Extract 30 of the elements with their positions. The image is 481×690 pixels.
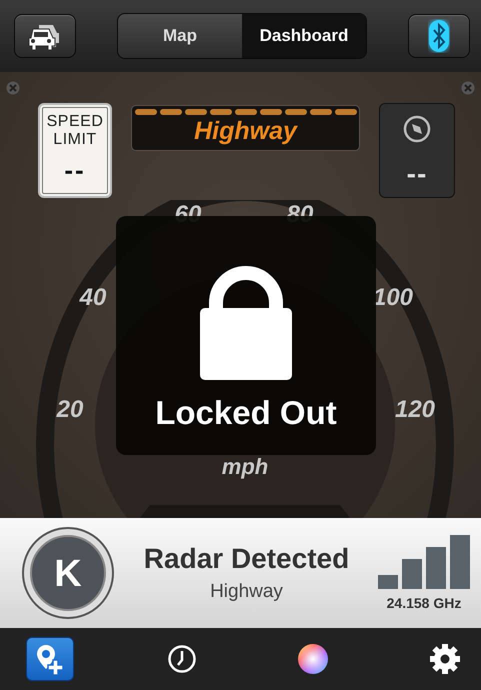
heading-value: --: [406, 158, 428, 190]
alert-subtitle: Highway: [210, 581, 283, 603]
signal-bars-icon: [378, 535, 470, 589]
speed-unit: mph: [222, 454, 268, 479]
alert-title: Radar Detected: [144, 543, 350, 575]
clock-icon: [166, 644, 197, 674]
settings-icon: [428, 643, 461, 675]
locked-out-label: Locked Out: [155, 394, 337, 432]
speed-limit-value: --: [64, 155, 86, 186]
pin-plus-icon: [34, 643, 66, 675]
speed-tick-label: 100: [372, 284, 414, 311]
frequency-label: 24.158 GHz: [386, 595, 462, 611]
screw-icon: [461, 81, 475, 95]
color-wheel-icon: [297, 643, 330, 675]
speed-tick-label: 40: [80, 284, 106, 311]
view-tab[interactable]: Map: [118, 14, 242, 58]
view-tab[interactable]: Dashboard: [242, 14, 366, 58]
toolbar-button[interactable]: [26, 637, 74, 681]
vehicle-button[interactable]: [14, 14, 76, 58]
speed-tick-label: 120: [394, 396, 436, 423]
sign-title: SPEED: [46, 113, 104, 131]
band-badge: K: [21, 526, 115, 620]
road-type-label: Highway: [194, 116, 297, 147]
screw-icon: [6, 81, 20, 95]
bluetooth-button[interactable]: [408, 14, 470, 58]
speed-tick-label: 60: [174, 201, 202, 228]
speed-tick-label: 80: [286, 201, 314, 228]
speed-tick-label: 20: [56, 396, 84, 423]
compass-icon: [402, 114, 432, 144]
sign-title: LIMIT: [53, 131, 97, 149]
